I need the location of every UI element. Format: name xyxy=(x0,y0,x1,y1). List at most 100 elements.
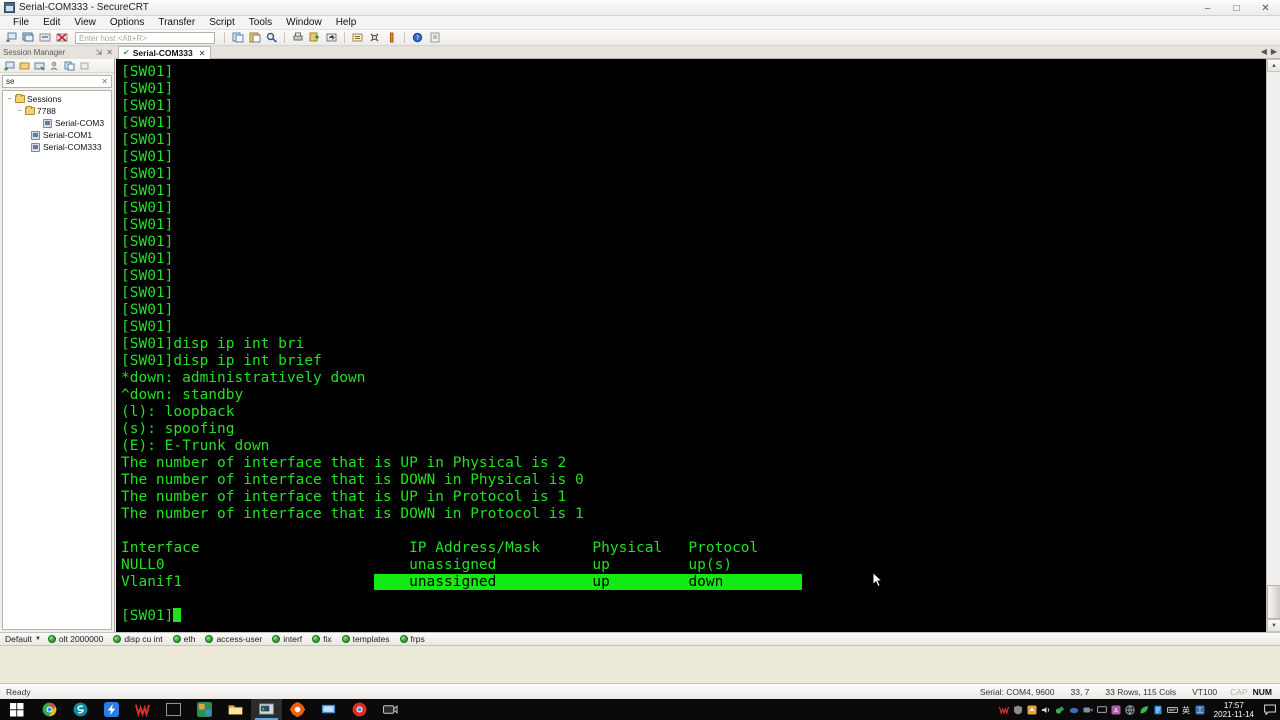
help-icon[interactable]: ? xyxy=(410,31,425,45)
scroll-up-icon[interactable]: ▲ xyxy=(1267,59,1280,72)
blue-app-tray-icon[interactable]: 工 xyxy=(1195,704,1206,715)
find-icon[interactable] xyxy=(264,31,279,45)
button-bar-item-olt[interactable]: olt 2000000 xyxy=(47,634,103,644)
terminal-text: (s): spoofing xyxy=(121,421,235,437)
expander-icon[interactable]: − xyxy=(15,108,24,115)
cloud-tray-icon[interactable] xyxy=(1069,704,1080,715)
copy-icon[interactable] xyxy=(230,31,245,45)
session-filter-input[interactable]: se ✕ xyxy=(2,75,112,88)
wps-tray-icon[interactable] xyxy=(999,704,1010,715)
ime-tray-icon[interactable]: 英 xyxy=(1181,704,1192,715)
shield-tray-icon[interactable] xyxy=(1013,704,1024,715)
taskbar-clock[interactable]: 17:57 2021-11-14 xyxy=(1209,699,1259,720)
button-bar-item-access-user[interactable]: access-user xyxy=(205,634,262,644)
keyboard-tray-icon[interactable] xyxy=(1166,704,1178,715)
session-tree[interactable]: − Sessions − 7788 Serial-COM3 Serial-COM… xyxy=(2,90,112,630)
copy-icon[interactable] xyxy=(63,60,76,72)
tree-node-serial-com333[interactable]: Serial-COM333 xyxy=(3,141,111,153)
taskbar-item-browser-s[interactable] xyxy=(65,699,96,720)
terminal-text: [SW01] xyxy=(121,217,174,233)
new-folder-icon[interactable] xyxy=(18,60,31,72)
transfer-icon[interactable] xyxy=(324,31,339,45)
doc-tray-icon[interactable] xyxy=(1153,704,1164,715)
terminal-text: [SW01] xyxy=(121,234,174,250)
minimize-button[interactable]: – xyxy=(1193,0,1222,16)
delete-icon[interactable] xyxy=(78,60,91,72)
taskbar-item-chrome[interactable] xyxy=(34,699,65,720)
taskbar-item-screen-recorder[interactable] xyxy=(375,699,406,720)
update-tray-icon[interactable] xyxy=(1027,704,1038,715)
tab-serial-com333[interactable]: ✔ Serial-COM333 ✕ xyxy=(118,46,212,59)
scroll-down-icon[interactable]: ▼ xyxy=(1267,619,1280,632)
taskbar-item-settings-gear[interactable] xyxy=(282,699,313,720)
network-tray-icon[interactable] xyxy=(1055,704,1066,715)
pin-icon[interactable]: ⇲ xyxy=(94,48,105,57)
taskbar-item-chrome-beta[interactable] xyxy=(344,699,375,720)
scrollbar-thumb[interactable] xyxy=(1267,585,1280,619)
connect-sftp-icon[interactable] xyxy=(37,31,52,45)
taskbar-item-media-player[interactable] xyxy=(189,699,220,720)
button-bar-item-fix[interactable]: fix xyxy=(312,634,332,644)
menu-options[interactable]: Options xyxy=(103,16,151,30)
menu-window[interactable]: Window xyxy=(279,16,329,30)
button-bar-item-templates[interactable]: templates xyxy=(341,634,390,644)
keymap-icon[interactable] xyxy=(384,31,399,45)
disconnect-icon[interactable] xyxy=(54,31,69,45)
folder-icon xyxy=(24,106,35,116)
tab-nav-right-icon[interactable]: ▶ xyxy=(1271,47,1277,56)
taskbar-item-terminal-window[interactable] xyxy=(158,699,189,720)
start-icon[interactable] xyxy=(0,699,34,720)
properties-icon[interactable] xyxy=(48,60,61,72)
menu-transfer[interactable]: Transfer xyxy=(151,16,202,30)
volume-icon[interactable] xyxy=(1041,704,1052,715)
tree-node-serial-com1[interactable]: Serial-COM1 xyxy=(3,129,111,141)
options-icon[interactable] xyxy=(367,31,382,45)
terminal-selection-highlight[interactable]: unassigned up down xyxy=(374,574,802,590)
terminal-line: Interface IP Address/Mask Physical Proto… xyxy=(121,540,1266,557)
about-icon[interactable] xyxy=(427,31,442,45)
paste-icon[interactable] xyxy=(247,31,262,45)
host-input[interactable]: Enter host <Alt+R> xyxy=(75,31,215,44)
taskbar-item-wps-office[interactable] xyxy=(127,699,158,720)
taskbar-item-file-explorer[interactable] xyxy=(220,699,251,720)
clear-filter-icon[interactable]: ✕ xyxy=(101,77,108,86)
button-bar-item-disp-cu-int[interactable]: disp cu int xyxy=(113,634,163,644)
menu-script[interactable]: Script xyxy=(202,16,242,30)
button-bar-item-frps[interactable]: frps xyxy=(399,634,425,644)
globe-tray-icon[interactable] xyxy=(1125,704,1136,715)
leaf-tray-icon[interactable] xyxy=(1139,704,1150,715)
properties-icon[interactable] xyxy=(350,31,365,45)
taskbar-item-thunder-download[interactable] xyxy=(96,699,127,720)
button-bar-item-eth[interactable]: eth xyxy=(172,634,195,644)
tree-node-sessions[interactable]: − Sessions xyxy=(3,93,111,105)
menu-file[interactable]: File xyxy=(6,16,36,30)
clone-session-icon[interactable] xyxy=(20,31,35,45)
tab-close-icon[interactable]: ✕ xyxy=(199,49,206,58)
display-tray-icon[interactable] xyxy=(1097,704,1108,715)
terminal-output[interactable]: [SW01] [SW01] [SW01] [SW01] [SW01] [SW01] [SW0… xyxy=(116,59,1266,632)
tab-nav-left-icon[interactable]: ◀ xyxy=(1261,47,1267,56)
tree-node-7788[interactable]: − 7788 xyxy=(3,105,111,117)
maximize-button[interactable]: □ xyxy=(1222,0,1251,16)
camera-tray-icon[interactable] xyxy=(1083,704,1094,715)
menu-edit[interactable]: Edit xyxy=(36,16,67,30)
button-bar-item-interf[interactable]: interf xyxy=(272,634,302,644)
log-session-icon[interactable] xyxy=(307,31,322,45)
menu-help[interactable]: Help xyxy=(329,16,364,30)
chevron-down-icon[interactable]: ▼ xyxy=(35,636,41,642)
terminal-scrollbar[interactable]: ▲ ▼ xyxy=(1266,59,1280,632)
new-session-icon[interactable] xyxy=(3,60,16,72)
print-icon[interactable] xyxy=(290,31,305,45)
connect-icon[interactable] xyxy=(33,60,46,72)
notification-icon[interactable] xyxy=(1262,699,1278,720)
menu-view[interactable]: View xyxy=(67,16,103,30)
new-session-icon[interactable] xyxy=(3,31,18,45)
menu-tools[interactable]: Tools xyxy=(242,16,279,30)
close-button[interactable]: ✕ xyxy=(1251,0,1280,16)
taskbar-item-securecrt[interactable] xyxy=(251,699,282,720)
tree-node-serial-com3[interactable]: Serial-COM3 xyxy=(3,117,111,129)
expander-icon[interactable]: − xyxy=(5,96,14,103)
taskbar-item-remote-desktop[interactable] xyxy=(313,699,344,720)
app-tray-icon[interactable]: A xyxy=(1111,704,1122,715)
session-manager-close-icon[interactable]: ✕ xyxy=(104,48,115,57)
